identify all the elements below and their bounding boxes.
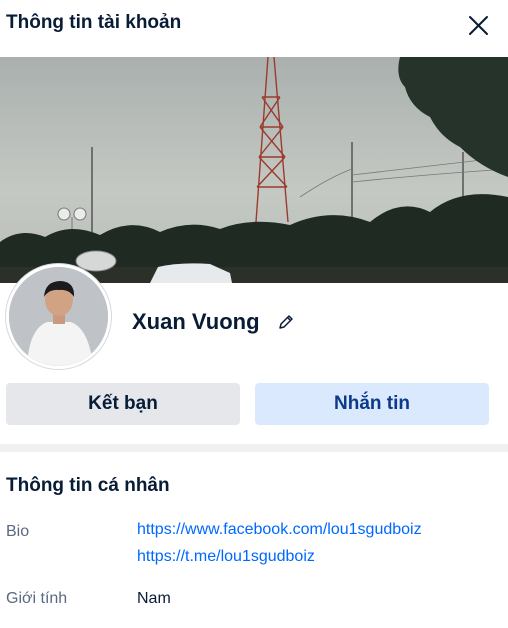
gender-value: Nam [137,590,171,607]
bio-link-facebook[interactable]: https://www.facebook.com/lou1sgudboiz [137,521,422,539]
bio-link-telegram[interactable]: https://t.me/lou1sgudboiz [137,548,315,566]
bio-label: Bio [6,523,30,540]
close-icon [469,16,488,35]
send-message-button[interactable]: Nhắn tin [255,383,489,425]
section-divider [0,444,508,452]
avatar[interactable] [6,264,111,369]
pencil-icon [278,315,293,329]
cover-photo[interactable] [0,57,508,283]
profile-name-row: Xuan Vuong [132,308,296,336]
gender-label: Giới tính [6,590,68,607]
personal-info-title: Thông tin cá nhân [6,475,170,496]
profile-name: Xuan Vuong [132,309,260,334]
modal-title: Thông tin tài khoản [6,12,182,33]
add-friend-button[interactable]: Kết bạn [6,383,240,425]
edit-name-button[interactable] [276,312,296,332]
close-button[interactable] [462,10,494,42]
modal-header: Thông tin tài khoản [0,0,508,50]
